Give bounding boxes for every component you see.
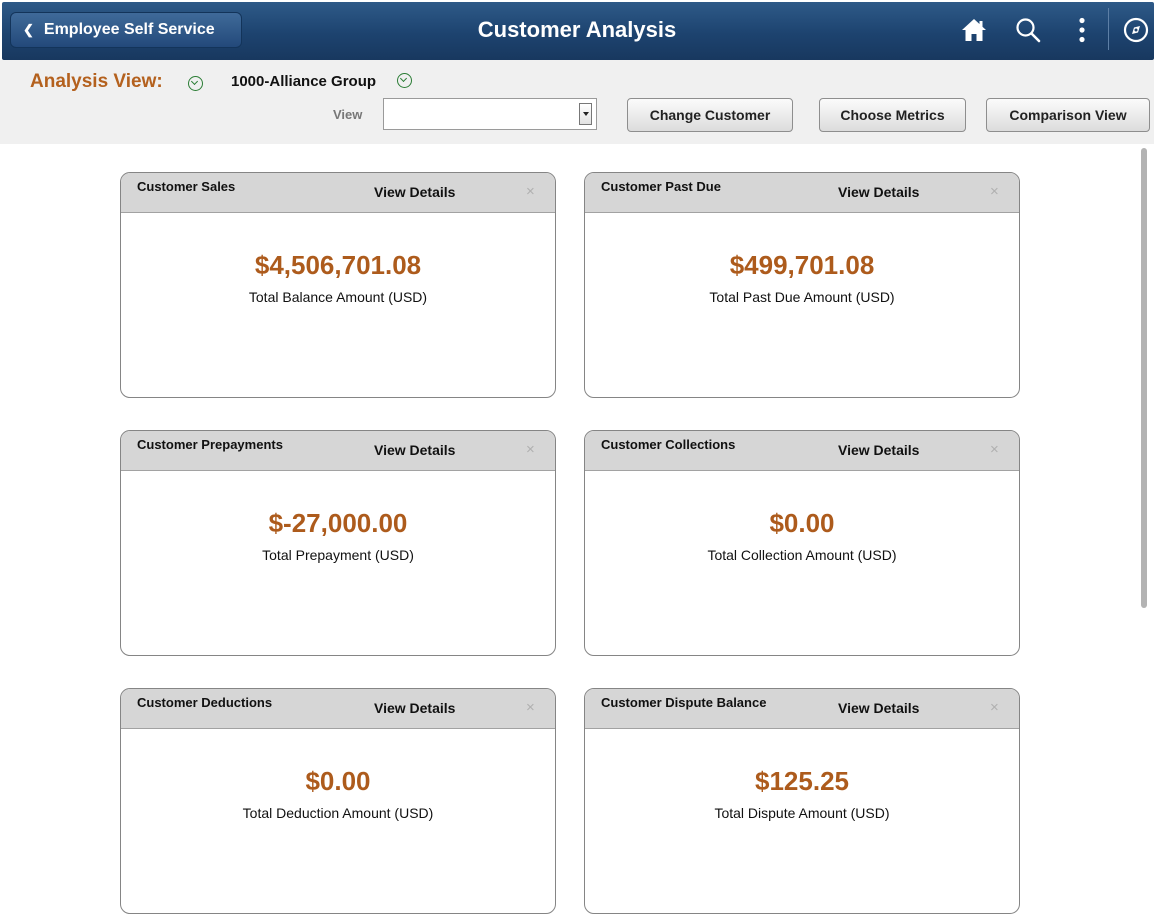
tile-amount: $0.00 <box>305 766 371 796</box>
view-select[interactable] <box>383 98 597 130</box>
back-button-label: Employee Self Service <box>43 21 215 38</box>
tile-customer-dispute-balance: Customer Dispute Balance View Details × … <box>584 688 1020 914</box>
back-button[interactable]: ❮ Employee Self Service <box>10 12 242 48</box>
analysis-view-dropdown-icon[interactable] <box>188 76 203 91</box>
tile-customer-past-due: Customer Past Due View Details × $499,70… <box>584 172 1020 398</box>
choose-metrics-button[interactable]: Choose Metrics <box>819 98 966 132</box>
close-icon[interactable]: × <box>526 700 535 715</box>
tile-title: Customer Collections <box>601 437 736 452</box>
tile-header: Customer Dispute Balance View Details × <box>585 689 1019 729</box>
page-header: ❮ Employee Self Service Customer Analysi… <box>0 0 1154 60</box>
home-icon[interactable] <box>958 14 990 46</box>
dropdown-arrow-icon[interactable] <box>579 103 592 125</box>
analysis-view-label: Analysis View: <box>30 71 163 92</box>
header-divider <box>1108 8 1109 50</box>
tile-amount: $0.00 <box>769 508 835 538</box>
comparison-view-button[interactable]: Comparison View <box>986 98 1150 132</box>
view-field-label: View <box>333 107 363 122</box>
close-icon[interactable]: × <box>526 442 535 457</box>
tile-header: Customer Collections View Details × <box>585 431 1019 471</box>
view-details-link[interactable]: View Details <box>374 700 455 716</box>
tile-title: Customer Dispute Balance <box>601 695 767 710</box>
tile-customer-deductions: Customer Deductions View Details × $0.00… <box>120 688 556 914</box>
navbar-compass-icon[interactable] <box>1120 14 1152 46</box>
view-details-link[interactable]: View Details <box>374 442 455 458</box>
tile-title: Customer Past Due <box>601 179 721 194</box>
close-icon[interactable]: × <box>990 700 999 715</box>
customer-group-dropdown-icon[interactable] <box>397 73 412 88</box>
view-details-link[interactable]: View Details <box>838 442 919 458</box>
close-icon[interactable]: × <box>990 184 999 199</box>
tile-title: Customer Sales <box>137 179 236 194</box>
tile-header: Customer Prepayments View Details × <box>121 431 555 471</box>
tile-header: Customer Past Due View Details × <box>585 173 1019 213</box>
search-icon[interactable] <box>1012 14 1044 46</box>
tile-caption: Total Collection Amount (USD) <box>707 547 897 563</box>
vertical-scrollbar[interactable] <box>1141 148 1147 608</box>
view-details-link[interactable]: View Details <box>374 184 455 200</box>
view-details-link[interactable]: View Details <box>838 700 919 716</box>
close-icon[interactable]: × <box>526 184 535 199</box>
customer-group-label: 1000-Alliance Group <box>231 73 377 90</box>
tile-amount: $125.25 <box>755 766 849 796</box>
close-icon[interactable]: × <box>990 442 999 457</box>
tile-title: Customer Prepayments <box>137 437 283 452</box>
tile-caption: Total Past Due Amount (USD) <box>709 289 895 305</box>
chevron-left-icon: ❮ <box>23 22 34 37</box>
change-customer-button[interactable]: Change Customer <box>627 98 793 132</box>
tile-amount: $4,506,701.08 <box>254 250 422 280</box>
tile-amount: $499,701.08 <box>729 250 875 280</box>
view-details-link[interactable]: View Details <box>838 184 919 200</box>
tile-header: Customer Deductions View Details × <box>121 689 555 729</box>
tile-customer-collections: Customer Collections View Details × $0.0… <box>584 430 1020 656</box>
analysis-toolbar: Analysis View: 1000-Alliance Group View … <box>0 60 1154 144</box>
tile-customer-sales: Customer Sales View Details × $4,506,701… <box>120 172 556 398</box>
tile-title: Customer Deductions <box>137 695 273 710</box>
tile-header: Customer Sales View Details × <box>121 173 555 213</box>
more-options-icon[interactable] <box>1066 14 1098 46</box>
tile-amount: $-27,000.00 <box>268 508 408 538</box>
tile-caption: Total Dispute Amount (USD) <box>714 805 890 821</box>
tile-caption: Total Prepayment (USD) <box>262 547 414 563</box>
tile-caption: Total Deduction Amount (USD) <box>242 805 434 821</box>
tile-customer-prepayments: Customer Prepayments View Details × $-27… <box>120 430 556 656</box>
tile-caption: Total Balance Amount (USD) <box>248 289 428 305</box>
